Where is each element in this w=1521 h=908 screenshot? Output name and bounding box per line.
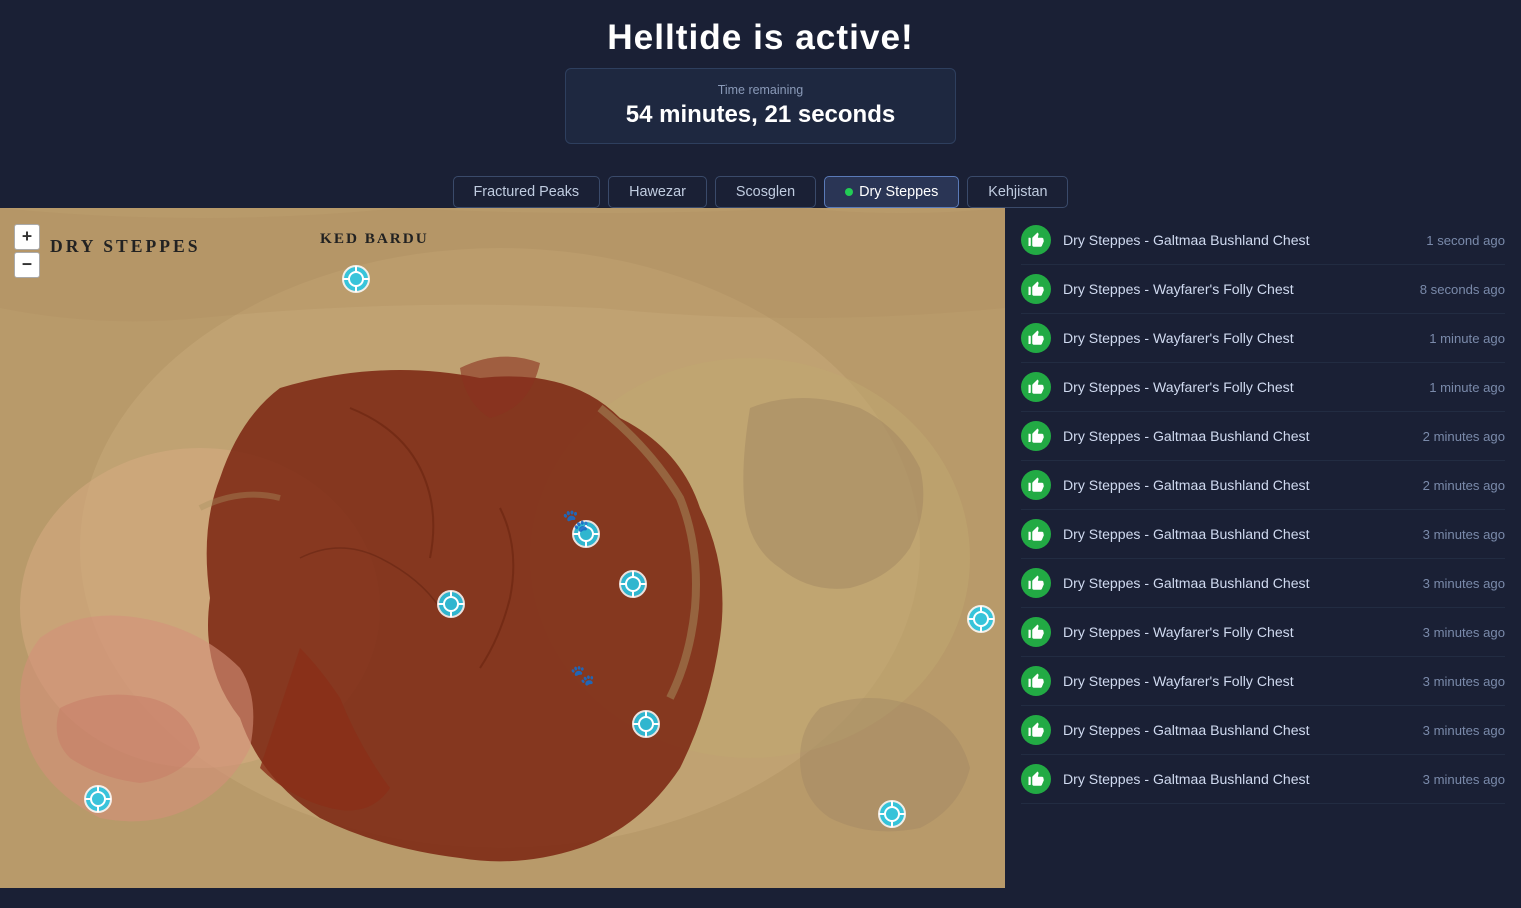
tab-hawezar[interactable]: Hawezar [608,176,707,208]
thumbs-up-icon-1 [1021,274,1051,304]
activity-item-9: Dry Steppes - Wayfarer's Folly Chest 3 mi… [1021,657,1505,706]
activity-text-0: Dry Steppes - Galtmaa Bushland Chest [1063,232,1416,248]
thumbs-up-icon-8 [1021,617,1051,647]
thumbs-up-icon-4 [1021,421,1051,451]
thumbs-up-icon-3 [1021,372,1051,402]
activity-time-10: 3 minutes ago [1423,723,1505,738]
zoom-in-button[interactable]: + [14,224,40,250]
activity-item-3: Dry Steppes - Wayfarer's Folly Chest 1 mi… [1021,363,1505,412]
thumbs-up-icon-5 [1021,470,1051,500]
activity-text-1: Dry Steppes - Wayfarer's Folly Chest [1063,281,1410,297]
header: Helltide is active! Time remaining 54 mi… [0,0,1521,158]
activity-time-7: 3 minutes ago [1423,576,1505,591]
activity-item-10: Dry Steppes - Galtmaa Bushland Chest 3 mi… [1021,706,1505,755]
chest-marker-8[interactable] [876,798,908,835]
activity-text-8: Dry Steppes - Wayfarer's Folly Chest [1063,624,1413,640]
monster-icon-2: 🐾 [570,663,595,688]
activity-item-0: Dry Steppes - Galtmaa Bushland Chest 1 se… [1021,216,1505,265]
tab-dry-steppes[interactable]: Dry Steppes [824,176,959,208]
activity-text-6: Dry Steppes - Galtmaa Bushland Chest [1063,526,1413,542]
activity-item-2: Dry Steppes - Wayfarer's Folly Chest 1 mi… [1021,314,1505,363]
thumbs-up-icon-6 [1021,519,1051,549]
tab-kehjistan[interactable]: Kehjistan [967,176,1068,208]
main-content: DRY STEPPES KED BARDU + − [0,208,1521,888]
timer-label: Time remaining [626,83,895,97]
activity-text-5: Dry Steppes - Galtmaa Bushland Chest [1063,477,1413,493]
activity-item-5: Dry Steppes - Galtmaa Bushland Chest 2 mi… [1021,461,1505,510]
chest-marker-1[interactable] [340,263,372,300]
activity-time-1: 8 seconds ago [1420,282,1505,297]
chest-marker-3[interactable] [617,568,649,605]
tab-bar: Fractured PeaksHawezarScosglenDry Steppe… [0,176,1521,208]
activity-text-3: Dry Steppes - Wayfarer's Folly Chest [1063,379,1419,395]
thumbs-up-icon-9 [1021,666,1051,696]
activity-time-2: 1 minute ago [1429,331,1505,346]
activity-item-4: Dry Steppes - Galtmaa Bushland Chest 2 mi… [1021,412,1505,461]
thumbs-up-icon-10 [1021,715,1051,745]
map-city-label: KED BARDU [320,230,429,248]
activity-text-2: Dry Steppes - Wayfarer's Folly Chest [1063,330,1419,346]
tab-scosglen[interactable]: Scosglen [715,176,816,208]
chest-marker-5[interactable] [630,708,662,745]
map-container: DRY STEPPES KED BARDU + − [0,208,1005,888]
activity-panel: Dry Steppes - Galtmaa Bushland Chest 1 se… [1005,208,1521,888]
map-svg [0,208,1005,888]
activity-time-4: 2 minutes ago [1423,429,1505,444]
tab-fractured-peaks[interactable]: Fractured Peaks [453,176,601,208]
activity-text-9: Dry Steppes - Wayfarer's Folly Chest [1063,673,1413,689]
activity-text-10: Dry Steppes - Galtmaa Bushland Chest [1063,722,1413,738]
thumbs-up-icon-2 [1021,323,1051,353]
activity-item-8: Dry Steppes - Wayfarer's Folly Chest 3 mi… [1021,608,1505,657]
activity-item-7: Dry Steppes - Galtmaa Bushland Chest 3 mi… [1021,559,1505,608]
thumbs-up-icon-7 [1021,568,1051,598]
activity-item-6: Dry Steppes - Galtmaa Bushland Chest 3 mi… [1021,510,1505,559]
timer-box: Time remaining 54 minutes, 21 seconds [565,68,956,144]
chest-marker-6[interactable] [965,603,997,640]
zoom-controls: + − [14,224,40,278]
monster-icon-1: 🐾 [562,508,589,534]
chest-marker-4[interactable] [435,588,467,625]
activity-time-9: 3 minutes ago [1423,674,1505,689]
zoom-out-button[interactable]: − [14,252,40,278]
activity-item-1: Dry Steppes - Wayfarer's Folly Chest 8 se… [1021,265,1505,314]
activity-time-6: 3 minutes ago [1423,527,1505,542]
map-background: DRY STEPPES KED BARDU + − [0,208,1005,888]
activity-item-11: Dry Steppes - Galtmaa Bushland Chest 3 mi… [1021,755,1505,804]
timer-value: 54 minutes, 21 seconds [626,101,895,129]
chest-marker-7[interactable] [82,783,114,820]
activity-text-4: Dry Steppes - Galtmaa Bushland Chest [1063,428,1413,444]
activity-time-8: 3 minutes ago [1423,625,1505,640]
activity-time-3: 1 minute ago [1429,380,1505,395]
activity-text-11: Dry Steppes - Galtmaa Bushland Chest [1063,771,1413,787]
map-region-label: DRY STEPPES [50,236,201,257]
activity-time-0: 1 second ago [1426,233,1505,248]
activity-time-11: 3 minutes ago [1423,772,1505,787]
thumbs-up-icon-0 [1021,225,1051,255]
activity-time-5: 2 minutes ago [1423,478,1505,493]
page-title: Helltide is active! [0,18,1521,58]
activity-text-7: Dry Steppes - Galtmaa Bushland Chest [1063,575,1413,591]
thumbs-up-icon-11 [1021,764,1051,794]
